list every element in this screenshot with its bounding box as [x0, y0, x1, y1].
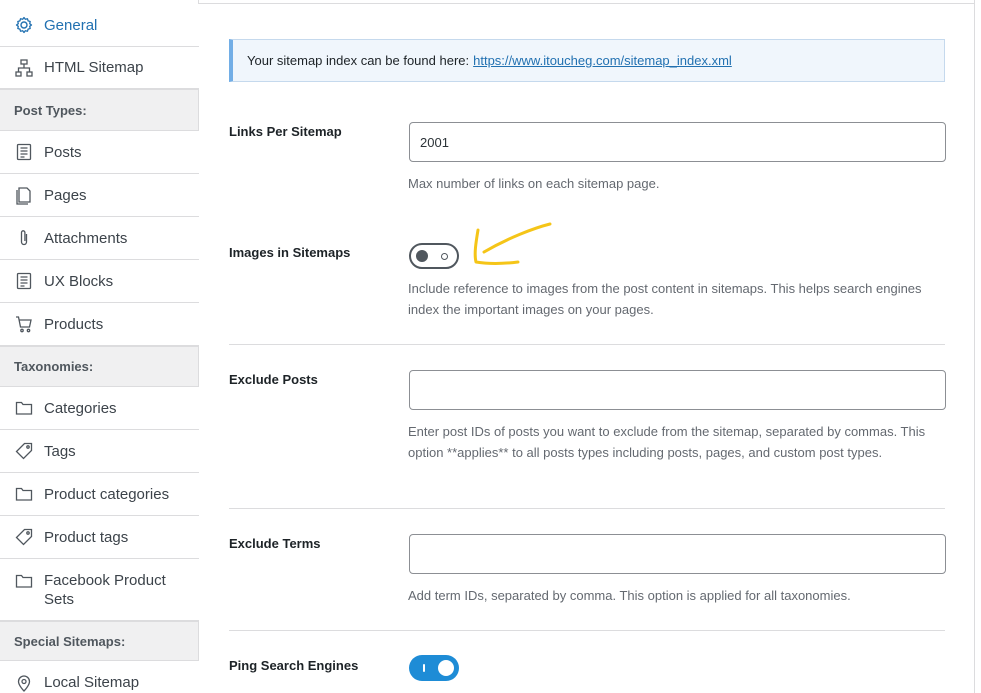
sidebar-heading-special-sitemaps: Special Sitemaps:	[0, 621, 198, 661]
toggle-on-indicator	[423, 664, 425, 672]
folder-icon	[14, 571, 34, 591]
images-in-sitemaps-label: Images in Sitemaps	[229, 245, 351, 260]
document-icon	[14, 271, 34, 291]
pages-icon	[14, 185, 34, 205]
sidebar-item-posts[interactable]: Posts	[0, 131, 199, 174]
sidebar-item-products[interactable]: Products	[0, 303, 199, 346]
exclude-terms-input[interactable]	[409, 534, 946, 574]
panel-top-border	[199, 3, 974, 4]
sitemap-icon	[14, 58, 34, 78]
sidebar-item-label: Local Sitemap	[44, 674, 140, 691]
exclude-posts-input[interactable]	[409, 370, 946, 410]
sidebar-item-product-tags[interactable]: Product tags	[0, 516, 199, 559]
links-per-sitemap-description: Max number of links on each sitemap page…	[408, 176, 660, 191]
sidebar-item-label: Product categories	[44, 485, 170, 503]
sidebar-item-label: HTML Sitemap	[44, 59, 144, 76]
sidebar-item-label: General	[44, 16, 98, 34]
gear-icon	[14, 15, 34, 35]
sidebar-item-pages[interactable]: Pages	[0, 174, 199, 217]
exclude-terms-label: Exclude Terms	[229, 536, 321, 551]
sidebar-item-label: Attachments	[44, 229, 128, 247]
exclude-posts-label: Exclude Posts	[229, 372, 318, 387]
exclude-terms-description: Add term IDs, separated by comma. This o…	[408, 588, 851, 603]
exclude-posts-description: Enter post IDs of posts you want to excl…	[408, 424, 926, 460]
sidebar-item-label: Tags	[44, 442, 76, 460]
sidebar-item-label: Products	[44, 315, 104, 333]
sidebar-item-product-categories[interactable]: Product categories	[0, 473, 199, 516]
paperclip-icon	[14, 228, 34, 248]
images-in-sitemaps-toggle[interactable]	[409, 243, 459, 269]
links-per-sitemap-label: Links Per Sitemap	[229, 124, 342, 139]
sidebar-item-html-sitemap[interactable]: HTML Sitemap	[0, 46, 199, 89]
cart-icon	[14, 314, 34, 334]
sidebar-item-label: Categories	[44, 399, 117, 417]
sidebar-item-tags[interactable]: Tags	[0, 430, 199, 473]
document-icon	[14, 142, 34, 162]
location-pin-icon	[14, 673, 34, 693]
ping-search-engines-label: Ping Search Engines	[229, 658, 359, 673]
settings-sidebar: General HTML Sitemap Post Types: Posts P…	[0, 0, 199, 693]
sidebar-item-facebook-product-sets[interactable]: Facebook Product Sets	[0, 559, 199, 621]
sidebar-item-ux-blocks[interactable]: UX Blocks	[0, 260, 199, 303]
folder-icon	[14, 398, 34, 418]
sidebar-item-general[interactable]: General	[0, 4, 199, 46]
sidebar-item-label: Product tags	[44, 528, 129, 546]
sitemap-index-notice: Your sitemap index can be found here: ht…	[229, 39, 945, 82]
toggle-knob	[438, 660, 454, 676]
sidebar-item-label: UX Blocks	[44, 272, 114, 290]
notice-text: Your sitemap index can be found here:	[247, 53, 470, 68]
sidebar-item-label: Facebook Product Sets	[44, 572, 166, 608]
sidebar-item-local-sitemap[interactable]: Local Sitemap	[0, 661, 199, 693]
tag-icon	[14, 527, 34, 547]
toggle-off-indicator	[441, 253, 448, 260]
panel-right-border	[974, 0, 975, 693]
sidebar-item-label: Pages	[44, 186, 87, 204]
sidebar-heading-post-types: Post Types:	[0, 89, 198, 131]
section-divider	[229, 344, 945, 345]
hand-drawn-arrow-annotation	[473, 222, 552, 265]
section-divider	[229, 630, 945, 631]
sidebar-heading-taxonomies: Taxonomies:	[0, 346, 198, 387]
folder-icon	[14, 484, 34, 504]
links-per-sitemap-input[interactable]: 2001	[409, 122, 946, 162]
section-divider	[229, 508, 945, 509]
sidebar-item-attachments[interactable]: Attachments	[0, 217, 199, 260]
sidebar-item-categories[interactable]: Categories	[0, 387, 199, 430]
tag-icon	[14, 441, 34, 461]
sitemap-index-link[interactable]: https://www.itoucheg.com/sitemap_index.x…	[473, 53, 732, 68]
toggle-knob	[416, 250, 428, 262]
sidebar-item-label: Posts	[44, 143, 82, 161]
images-in-sitemaps-description: Include reference to images from the pos…	[408, 281, 922, 317]
ping-search-engines-toggle[interactable]	[409, 655, 459, 681]
